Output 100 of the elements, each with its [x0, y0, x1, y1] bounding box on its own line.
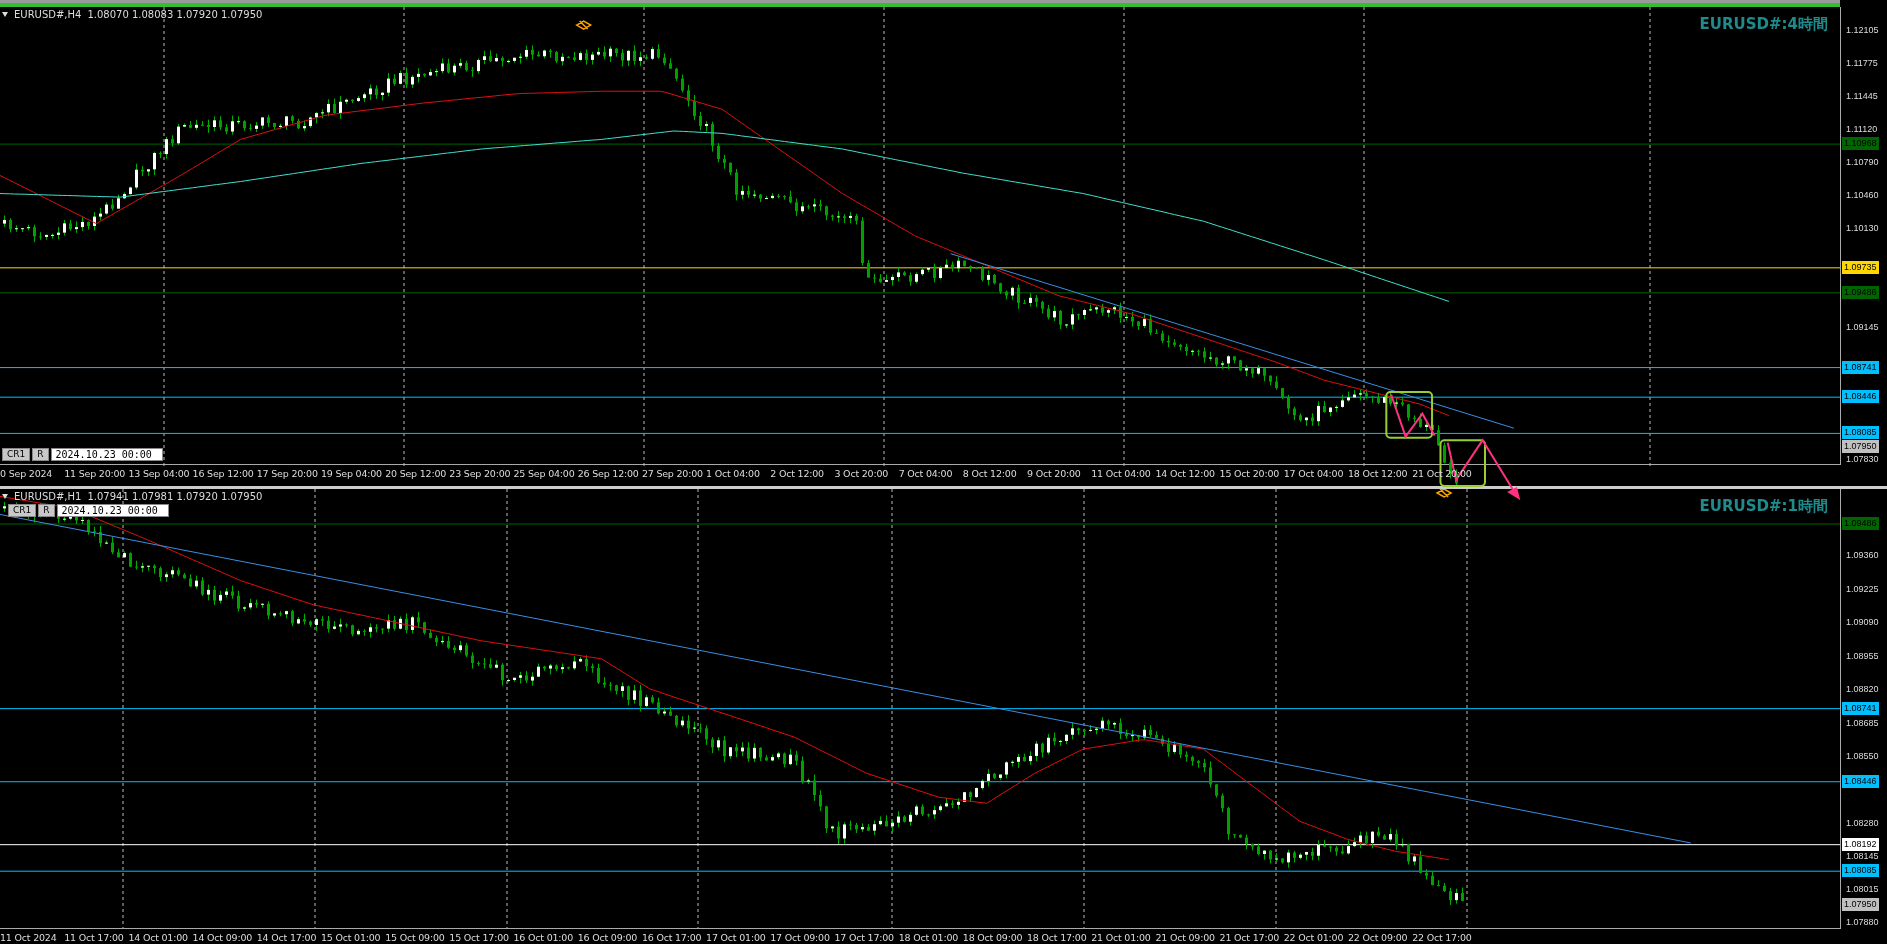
- time-tick-label: 16 Oct 09:00: [577, 931, 639, 944]
- chart-quotes: 1.07941 1.07981 1.07920 1.07950: [87, 491, 263, 502]
- time-tick-label: 15 Oct 01:00: [320, 931, 382, 944]
- price-level-label: 1.08085: [1842, 426, 1879, 440]
- price-tick-label: 1.08550: [1845, 749, 1879, 763]
- price-level-label: 1.08085: [1842, 864, 1879, 878]
- time-tick-label: 11 Oct 04:00: [1091, 467, 1152, 481]
- price-tick-label: 1.11775: [1845, 57, 1878, 71]
- chart-title: EURUSD#:1時間: [1699, 497, 1828, 516]
- time-tick-label: 8 Oct 12:00: [962, 467, 1018, 481]
- toolbar-button[interactable]: CR1: [2, 448, 31, 461]
- time-tick-label: 21 Oct 09:00: [1155, 931, 1216, 944]
- price-tick-label: 1.08280: [1845, 816, 1879, 830]
- time-tick-label: 11 Oct 17:00: [64, 931, 125, 944]
- time-tick-label: 20 Sep 12:00: [385, 467, 448, 481]
- price-tick-label: 1.09145: [1845, 321, 1879, 335]
- price-level-label: 1.10968: [1842, 137, 1879, 151]
- time-tick-label: 18 Oct 12:00: [1347, 467, 1409, 481]
- time-tick-label: 16 Oct 01:00: [513, 931, 575, 944]
- diamond-icon[interactable]: [575, 20, 593, 30]
- price-tick-label: 1.10460: [1845, 189, 1879, 203]
- price-tick-label: 1.07830: [1845, 453, 1879, 466]
- price-tick-label: 1.12105: [1845, 24, 1879, 37]
- chart-title: EURUSD#:4時間: [1699, 15, 1828, 34]
- time-tick-label: 11 Sep 20:00: [64, 467, 127, 481]
- trend-line[interactable]: [950, 253, 1515, 429]
- time-tick-label: 14 Oct 01:00: [128, 931, 189, 944]
- price-tick-label: 1.08955: [1845, 649, 1879, 663]
- time-tick-label: 17 Oct 01:00: [706, 931, 767, 944]
- time-tick-label: 18 Oct 09:00: [962, 931, 1024, 944]
- projection-arrow[interactable]: [1446, 438, 1521, 501]
- price-tick-label: 1.09360: [1845, 549, 1879, 563]
- time-tick-label: 26 Sep 12:00: [577, 467, 640, 481]
- time-tick-label: 27 Sep 20:00: [641, 467, 704, 481]
- price-tick-label: 1.08685: [1845, 716, 1879, 730]
- time-tick-label: 3 Oct 20:00: [834, 467, 890, 481]
- time-tick-label: 25 Sep 04:00: [513, 467, 576, 481]
- time-tick-label: 0 Sep 2024: [0, 467, 54, 481]
- price-tick-label: 1.09090: [1845, 616, 1879, 630]
- price-tick-label: 1.08820: [1845, 683, 1879, 697]
- price-level-label: 1.09486: [1842, 517, 1879, 530]
- time-tick-label: 15 Oct 20:00: [1219, 467, 1281, 481]
- price-level-line[interactable]: [0, 367, 1841, 369]
- time-tick-label: 14 Oct 09:00: [192, 931, 254, 944]
- toolbar-button[interactable]: CR1: [8, 504, 37, 517]
- current-price-label: 1.07950: [1842, 897, 1879, 911]
- price-tick-label: 1.09225: [1845, 582, 1879, 596]
- date-field[interactable]: 2024.10.23 00:00: [56, 504, 169, 517]
- price-tick-label: 1.11120: [1845, 122, 1878, 136]
- time-tick-label: 2 Oct 12:00: [770, 467, 825, 481]
- time-tick-label: 15 Oct 17:00: [449, 931, 510, 944]
- price-level-label: 1.08446: [1842, 774, 1879, 788]
- time-tick-label: 7 Oct 04:00: [898, 467, 954, 481]
- price-tick-label: 1.10130: [1845, 222, 1879, 236]
- price-tick-label: 1.07880: [1845, 916, 1879, 929]
- time-tick-label: 14 Oct 17:00: [256, 931, 318, 944]
- time-tick-label: 15 Oct 09:00: [385, 931, 446, 944]
- time-tick-label: 16 Sep 12:00: [192, 467, 255, 481]
- time-tick-label: 21 Oct 17:00: [1219, 931, 1281, 944]
- time-tick-label: 19 Sep 04:00: [320, 467, 383, 481]
- time-tick-label: 9 Oct 20:00: [1027, 467, 1082, 481]
- time-tick-label: 22 Oct 01:00: [1283, 931, 1345, 944]
- time-tick-label: 17 Oct 17:00: [834, 931, 895, 944]
- price-tick-label: 1.11445: [1845, 90, 1878, 104]
- time-tick-label: 11 Oct 2024: [0, 931, 58, 944]
- time-tick-label: 17 Oct 04:00: [1283, 467, 1345, 481]
- chart-symbol: EURUSD#,H4: [14, 9, 82, 20]
- time-tick-label: 18 Oct 17:00: [1027, 931, 1088, 944]
- price-level-label: 1.08741: [1842, 360, 1879, 374]
- time-tick-label: 21 Oct 01:00: [1091, 931, 1152, 944]
- dropdown-icon[interactable]: [2, 494, 8, 499]
- toolbar-button[interactable]: R: [38, 504, 55, 517]
- time-tick-label: 14 Oct 12:00: [1155, 467, 1216, 481]
- toolbar-button[interactable]: R: [32, 448, 49, 461]
- time-tick-label: 1 Oct 04:00: [706, 467, 761, 481]
- date-field[interactable]: 2024.10.23 00:00: [50, 448, 163, 461]
- diamond-icon[interactable]: [1436, 489, 1453, 498]
- price-level-label: 1.09735: [1842, 260, 1879, 274]
- price-tick-label: 1.08145: [1845, 850, 1879, 864]
- price-level-line[interactable]: [0, 781, 1840, 783]
- price-level-label: 1.09486: [1842, 285, 1879, 299]
- price-level-line[interactable]: [0, 432, 1841, 434]
- current-price-label: 1.07950: [1842, 439, 1879, 453]
- chart-quotes: 1.08070 1.08083 1.07920 1.07950: [87, 9, 263, 20]
- price-level-label: 1.08446: [1842, 390, 1879, 404]
- time-tick-label: 16 Oct 17:00: [641, 931, 703, 944]
- price-level-line[interactable]: [0, 708, 1840, 710]
- chart-symbol: EURUSD#,H1: [14, 491, 82, 502]
- time-tick-label: 17 Oct 09:00: [770, 931, 831, 944]
- time-tick-label: 18 Oct 01:00: [898, 931, 960, 944]
- time-tick-label: 22 Oct 17:00: [1412, 931, 1473, 944]
- time-tick-label: 23 Sep 20:00: [449, 467, 512, 481]
- time-tick-label: 17 Sep 20:00: [256, 467, 319, 481]
- price-tick-label: 1.08015: [1845, 882, 1879, 896]
- price-level-label: 1.08741: [1842, 701, 1879, 715]
- price-level-label: 1.08192: [1842, 837, 1879, 851]
- dropdown-icon[interactable]: [2, 12, 8, 17]
- time-tick-label: 13 Sep 04:00: [128, 467, 191, 481]
- price-tick-label: 1.10790: [1845, 155, 1879, 169]
- time-tick-label: 22 Oct 09:00: [1347, 931, 1409, 944]
